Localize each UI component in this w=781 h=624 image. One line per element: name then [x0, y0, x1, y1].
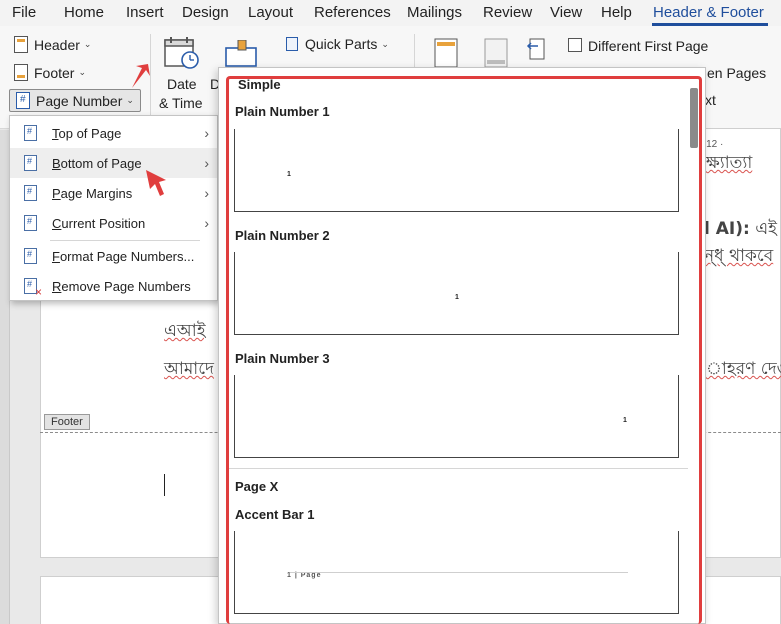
menu-item-format-page-numbers[interactable]: Format Page Numbers...: [10, 241, 217, 271]
highlight-frame: [226, 76, 702, 624]
body-text-line: এআই: [164, 321, 206, 341]
annotation-arrow-icon: [146, 170, 166, 196]
chevron-right-icon: ›: [204, 155, 209, 171]
page-number-icon: [16, 92, 30, 109]
tab-home[interactable]: Home: [64, 4, 104, 21]
page-number-icon: [24, 215, 37, 231]
menu-accelerator: B: [52, 155, 61, 171]
menu-accelerator: F: [52, 248, 60, 264]
text-cursor: [164, 474, 165, 496]
menu-item-remove-page-numbers[interactable]: Remove Page Numbers: [10, 271, 217, 301]
chevron-down-icon: ⌄: [126, 95, 134, 105]
body-text-line: াহরণ দেও: [706, 359, 781, 379]
date-time-label-1[interactable]: Date: [167, 76, 197, 92]
header-icon: [14, 36, 28, 53]
go-to-footer-icon[interactable]: [484, 38, 508, 68]
menu-item-label: urrent Position: [61, 215, 146, 231]
menu-item-bottom-of-page[interactable]: Bottom of Page ›: [10, 148, 217, 178]
footer-icon: [14, 64, 28, 81]
tab-view[interactable]: View: [550, 4, 582, 21]
tab-file[interactable]: File: [12, 4, 36, 21]
date-time-label-2[interactable]: & Time: [159, 95, 203, 111]
tab-layout[interactable]: Layout: [248, 4, 293, 21]
footer-button[interactable]: Footer ⌄: [14, 64, 86, 81]
menu-item-label: age Margins: [60, 185, 133, 201]
page-number-icon: [24, 125, 37, 141]
page-number-icon: [24, 155, 37, 171]
menu-bar: File Home Insert Design Layout Reference…: [0, 0, 781, 26]
different-first-page-label[interactable]: Different First Page: [588, 38, 708, 54]
tab-review[interactable]: Review: [483, 4, 532, 21]
chevron-down-icon: ⌄: [381, 38, 389, 49]
body-text-line: এই: [749, 219, 777, 239]
page-number-menu: Top of Page › Bottom of Page › Page Marg…: [9, 115, 218, 301]
chevron-down-icon: ⌄: [78, 67, 87, 77]
page-number-label: Page Number: [36, 92, 123, 109]
quick-parts-icon: [286, 37, 298, 51]
tab-design[interactable]: Design: [182, 4, 229, 21]
odd-even-pages-label[interactable]: en Pages: [707, 65, 766, 81]
body-text-line: আমাদে: [164, 359, 214, 379]
calendar-clock-icon[interactable]: [164, 36, 200, 70]
menu-item-label: emove Page Numbers: [61, 278, 191, 294]
menu-item-top-of-page[interactable]: Top of Page ›: [10, 118, 217, 148]
tab-insert[interactable]: Insert: [126, 4, 164, 21]
chevron-right-icon: ›: [204, 185, 209, 201]
tab-header-footer[interactable]: Header & Footer: [653, 4, 764, 21]
menu-accelerator: C: [52, 215, 62, 231]
annotation-arrow-icon: [132, 64, 150, 88]
remove-page-numbers-icon: [24, 278, 42, 299]
footer-label: Footer: [34, 64, 75, 81]
go-to-header-icon[interactable]: [434, 38, 458, 68]
header-button[interactable]: Header ⌄: [14, 36, 91, 53]
show-document-text-label[interactable]: xt: [705, 92, 716, 108]
menu-item-page-margins[interactable]: Page Margins ›: [10, 178, 217, 208]
body-text-line: ন্ধ্ থাকবে: [704, 246, 774, 266]
quick-parts-button[interactable]: Quick Parts ⌄: [286, 36, 389, 52]
tab-references[interactable]: References: [314, 4, 391, 21]
chevron-right-icon: ›: [204, 125, 209, 141]
page-number-button[interactable]: Page Number ⌄: [9, 89, 141, 112]
menu-accelerator: P: [52, 185, 61, 201]
previous-section-icon[interactable]: [526, 38, 546, 60]
format-page-numbers-icon: [24, 248, 37, 264]
footer-tag: Footer: [44, 414, 90, 430]
menu-item-label: ormat Page Numbers...: [59, 248, 195, 264]
menu-accelerator: R: [52, 278, 62, 294]
menu-item-current-position[interactable]: Current Position ›: [10, 208, 217, 238]
body-text-bold: l AI):: [704, 219, 750, 239]
body-text-line: ক্ষ্যাত্যা: [706, 153, 753, 173]
menu-item-label: ottom of Page: [60, 155, 142, 171]
page-number-icon: [24, 185, 37, 201]
different-first-page-checkbox[interactable]: [568, 38, 582, 52]
tab-mailings[interactable]: Mailings: [407, 4, 462, 21]
chevron-right-icon: ›: [204, 215, 209, 231]
tab-help[interactable]: Help: [601, 4, 632, 21]
menu-item-label: op of Page: [58, 125, 122, 141]
document-info-icon[interactable]: [224, 40, 260, 68]
header-label: Header: [34, 36, 80, 53]
quick-parts-label: Quick Parts: [305, 36, 378, 52]
chevron-down-icon: ⌄: [83, 39, 92, 49]
